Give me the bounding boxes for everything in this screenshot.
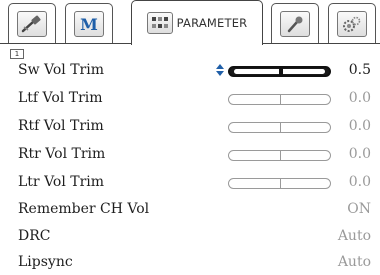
row-lipsync[interactable]: Lipsync Auto xyxy=(0,251,380,275)
volume-slider[interactable] xyxy=(228,122,331,133)
slider-center-tick xyxy=(279,151,281,160)
row-value: ON xyxy=(347,201,371,217)
tab-parameter-label: PARAMETER xyxy=(176,16,248,30)
row-value: 0.0 xyxy=(348,90,371,106)
row-label: Sw Vol Trim xyxy=(18,62,104,78)
tab-audio-input[interactable] xyxy=(8,3,56,43)
row-ltf-vol-trim[interactable]: Ltf Vol Trim 0.0 xyxy=(0,87,380,111)
row-label: Rtf Vol Trim xyxy=(18,118,104,134)
row-label: DRC xyxy=(18,228,51,244)
volume-slider[interactable] xyxy=(228,150,331,161)
svg-text:M: M xyxy=(80,15,98,33)
row-ltr-vol-trim[interactable]: Ltr Vol Trim 0.0 xyxy=(0,171,380,195)
row-value: Auto xyxy=(337,228,371,244)
cable-plug-icon xyxy=(17,10,47,37)
row-label: Ltr Vol Trim xyxy=(18,174,105,190)
tab-microphone[interactable] xyxy=(271,3,319,43)
slider-center-tick xyxy=(279,95,281,104)
row-value: 0.5 xyxy=(348,62,371,78)
row-value: 0.0 xyxy=(348,174,371,190)
tab-mode[interactable]: M xyxy=(65,3,113,43)
row-label: Rtr Vol Trim xyxy=(18,146,106,162)
up-down-arrows-icon[interactable] xyxy=(215,61,225,79)
m-logo-icon: M xyxy=(74,10,104,37)
row-label: Ltf Vol Trim xyxy=(18,90,103,106)
slider-center-tick xyxy=(279,179,281,188)
row-remember-ch-vol[interactable]: Remember CH Vol ON xyxy=(0,198,380,222)
microphone-icon xyxy=(280,10,310,37)
row-value: 0.0 xyxy=(348,118,371,134)
slider-center-tick xyxy=(279,123,281,132)
row-value: Auto xyxy=(337,254,371,270)
row-label: Remember CH Vol xyxy=(18,201,150,217)
volume-slider[interactable] xyxy=(228,178,331,189)
row-rtr-vol-trim[interactable]: Rtr Vol Trim 0.0 xyxy=(0,143,380,167)
page-number-badge: 1 xyxy=(10,49,24,59)
row-label: Lipsync xyxy=(18,254,73,270)
volume-slider[interactable] xyxy=(228,66,331,77)
tab-bar: M PARAMETER xyxy=(0,0,380,45)
tab-settings[interactable] xyxy=(328,3,376,43)
row-rtf-vol-trim[interactable]: Rtf Vol Trim 0.0 xyxy=(0,115,380,139)
row-sw-vol-trim[interactable]: Sw Vol Trim 0.5 xyxy=(0,59,380,83)
volume-slider[interactable] xyxy=(228,94,331,105)
gears-icon xyxy=(337,10,367,37)
tab-parameter[interactable]: PARAMETER xyxy=(131,0,263,45)
slider-marker[interactable] xyxy=(279,68,284,75)
row-value: 0.0 xyxy=(348,146,371,162)
row-drc[interactable]: DRC Auto xyxy=(0,225,380,249)
speaker-grid-icon xyxy=(146,12,173,34)
